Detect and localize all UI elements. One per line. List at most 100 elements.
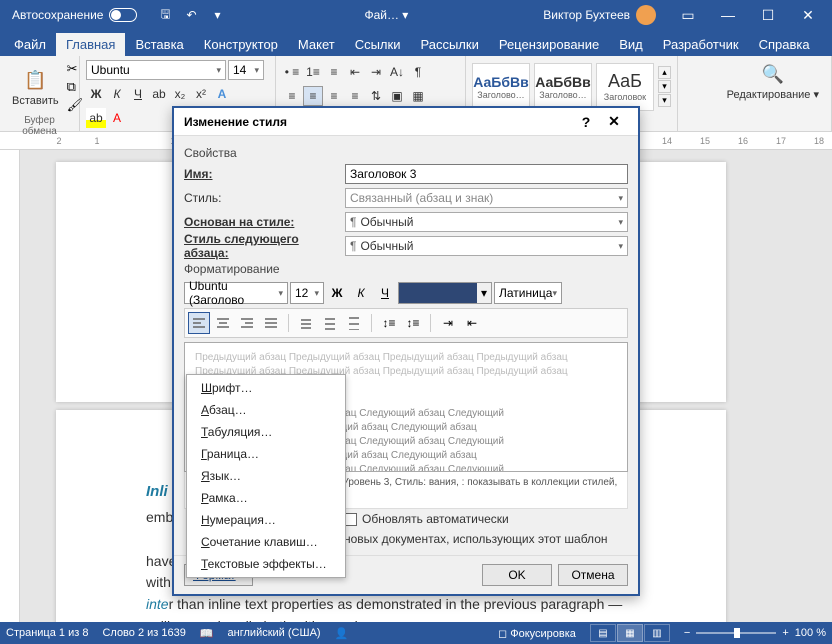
font-name-select[interactable]: Ubuntu▾ <box>86 60 226 80</box>
zoom-level[interactable]: 100 % <box>795 627 826 639</box>
indent-left-button[interactable]: ⇤ <box>345 62 365 82</box>
font-size-select[interactable]: 14▾ <box>228 60 264 80</box>
tab-review[interactable]: Рецензирование <box>489 33 609 56</box>
para-align-right[interactable] <box>236 312 258 334</box>
spellcheck-icon[interactable]: 📖 <box>200 627 214 640</box>
maximize-icon[interactable]: ☐ <box>748 0 788 30</box>
user-account[interactable]: Виктор Бухтеев <box>543 5 656 25</box>
bold-button[interactable]: Ж <box>86 84 106 104</box>
menu-text-effects[interactable]: Текстовые эффекты… <box>187 553 345 575</box>
italic-button[interactable]: К <box>107 84 127 104</box>
close-button[interactable]: ✕ <box>600 113 628 130</box>
space-before-inc[interactable]: ↕≡ <box>378 312 400 334</box>
para-align-center[interactable] <box>212 312 234 334</box>
fmt-color-select[interactable]: ▾ <box>398 282 492 304</box>
menu-paragraph[interactable]: Абзац… <box>187 399 345 421</box>
menu-frame[interactable]: Рамка… <box>187 487 345 509</box>
autosave-toggle[interactable]: Автосохранение <box>4 8 145 22</box>
spacing-1[interactable] <box>295 312 317 334</box>
para-align-left[interactable] <box>188 312 210 334</box>
help-button[interactable]: ? <box>572 114 600 130</box>
paste-button[interactable]: 📋 Вставить <box>6 65 65 109</box>
style-heading1[interactable]: АаБбВвЗаголово… <box>472 63 530 111</box>
font-color-button[interactable]: A <box>107 108 127 128</box>
styles-down-icon[interactable]: ▾ <box>658 80 671 93</box>
name-input[interactable]: Заголовок 3 <box>345 164 628 184</box>
bullets-button[interactable]: • ≡ <box>282 62 302 82</box>
tab-design[interactable]: Конструктор <box>194 33 288 56</box>
spacing-2[interactable] <box>343 312 365 334</box>
minimize-icon[interactable]: — <box>708 0 748 30</box>
sort-button[interactable]: A↓ <box>387 62 407 82</box>
spacing-15[interactable] <box>319 312 341 334</box>
tab-developer[interactable]: Разработчик <box>653 33 749 56</box>
based-on-select[interactable]: ¶Обычный▾ <box>345 212 628 232</box>
tab-view[interactable]: Вид <box>609 33 653 56</box>
ok-button[interactable]: OK <box>482 564 552 586</box>
tab-mailings[interactable]: Рассылки <box>410 33 488 56</box>
menu-shortcut[interactable]: Сочетание клавиш… <box>187 531 345 553</box>
next-style-select[interactable]: ¶Обычный▾ <box>345 236 628 256</box>
editing-button[interactable]: 🔍 Редактирование ▾ <box>721 58 825 103</box>
fmt-script-select[interactable]: Латиница▾ <box>494 282 562 304</box>
redo-dropdown-icon[interactable]: ▾ <box>205 3 229 27</box>
highlight-button[interactable]: ab <box>86 108 106 128</box>
indent-inc[interactable]: ⇥ <box>437 312 459 334</box>
tab-file[interactable]: Файл <box>4 33 56 56</box>
language-indicator[interactable]: английский (США) <box>228 627 321 639</box>
styles-more-icon[interactable]: ▾ <box>658 94 671 107</box>
subscript-button[interactable]: x₂ <box>170 84 190 104</box>
fmt-underline-button[interactable]: Ч <box>374 282 396 304</box>
indent-right-button[interactable]: ⇥ <box>366 62 386 82</box>
cancel-button[interactable]: Отмена <box>558 564 628 586</box>
fmt-bold-button[interactable]: Ж <box>326 282 348 304</box>
style-heading2[interactable]: АаБбВвЗаголово… <box>534 63 592 111</box>
numbering-button[interactable]: 1≡ <box>303 62 323 82</box>
print-layout-icon[interactable]: ▦ <box>617 624 643 642</box>
close-icon[interactable]: ✕ <box>788 0 828 30</box>
superscript-button[interactable]: x² <box>191 84 211 104</box>
space-before-dec[interactable]: ↕≡ <box>402 312 424 334</box>
align-left-button[interactable]: ≡ <box>282 86 302 106</box>
save-icon[interactable]: 🖫 <box>153 3 177 27</box>
tab-home[interactable]: Главная <box>56 33 125 56</box>
tab-references[interactable]: Ссылки <box>345 33 411 56</box>
multilevel-button[interactable]: ≡ <box>324 62 344 82</box>
styles-up-icon[interactable]: ▴ <box>658 66 671 79</box>
underline-button[interactable]: Ч <box>128 84 148 104</box>
line-spacing-button[interactable]: ⇅ <box>366 86 386 106</box>
style-title[interactable]: АаБЗаголовок <box>596 63 654 111</box>
web-layout-icon[interactable]: ▥ <box>644 624 670 642</box>
menu-border[interactable]: Граница… <box>187 443 345 465</box>
share-button[interactable]: 🔒 Поделиться <box>820 34 832 56</box>
shading-button[interactable]: ▣ <box>387 86 407 106</box>
focus-mode[interactable]: ◻ Фокусировка <box>498 627 576 640</box>
justify-button[interactable]: ≡ <box>345 86 365 106</box>
menu-language[interactable]: Язык… <box>187 465 345 487</box>
align-center-button[interactable]: ≡ <box>303 86 323 106</box>
para-justify[interactable] <box>260 312 282 334</box>
zoom-slider[interactable] <box>696 632 776 634</box>
zoom-in-icon[interactable]: + <box>782 627 788 639</box>
strike-button[interactable]: ab <box>149 84 169 104</box>
zoom-out-icon[interactable]: − <box>684 627 690 639</box>
undo-icon[interactable]: ↶ <box>179 3 203 27</box>
tab-help[interactable]: Справка <box>749 33 820 56</box>
fmt-font-select[interactable]: Ubuntu (Заголово▾ <box>184 282 288 304</box>
indent-dec[interactable]: ⇤ <box>461 312 483 334</box>
fmt-italic-button[interactable]: К <box>350 282 372 304</box>
fmt-size-select[interactable]: 12▾ <box>290 282 324 304</box>
tab-layout[interactable]: Макет <box>288 33 345 56</box>
align-right-button[interactable]: ≡ <box>324 86 344 106</box>
ribbon-display-icon[interactable]: ▭ <box>668 0 708 30</box>
read-mode-icon[interactable]: ▤ <box>590 624 616 642</box>
menu-tabs[interactable]: Табуляция… <box>187 421 345 443</box>
show-marks-button[interactable]: ¶ <box>408 62 428 82</box>
accessibility-icon[interactable]: 👤 <box>335 627 349 640</box>
tab-insert[interactable]: Вставка <box>125 33 193 56</box>
menu-font[interactable]: Шрифт… <box>187 377 345 399</box>
page-indicator[interactable]: Страница 1 из 8 <box>6 627 88 639</box>
borders-button[interactable]: ▦ <box>408 86 428 106</box>
text-effects-button[interactable]: A <box>212 84 232 104</box>
menu-numbering[interactable]: Нумерация… <box>187 509 345 531</box>
